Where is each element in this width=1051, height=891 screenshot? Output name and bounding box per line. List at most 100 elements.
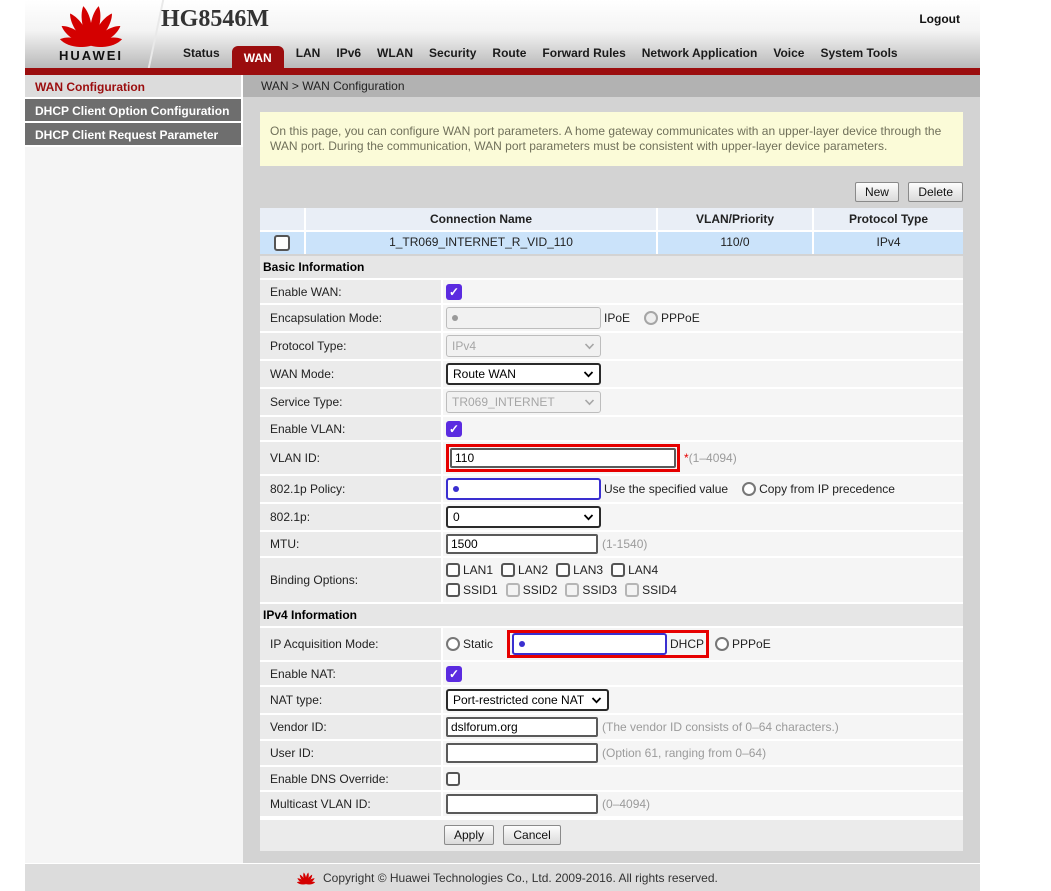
cell-vlan-priority: 110/0	[658, 232, 812, 254]
use-specified-value-label: Use the specified value	[604, 482, 728, 496]
user-id-input[interactable]	[446, 743, 598, 763]
ssid1-checkbox[interactable]	[446, 583, 460, 597]
use-specified-value-radio[interactable]	[446, 478, 601, 500]
enable-wan-checkbox[interactable]	[446, 284, 462, 300]
lan1-checkbox[interactable]	[446, 563, 460, 577]
lan4-checkbox[interactable]	[611, 563, 625, 577]
footer: Copyright © Huawei Technologies Co., Ltd…	[25, 864, 980, 891]
logout-button[interactable]: Logout	[919, 12, 960, 26]
new-button[interactable]: New	[855, 182, 899, 202]
row-select-checkbox[interactable]	[274, 235, 290, 251]
static-label: Static	[463, 637, 493, 651]
vlan-id-input[interactable]	[450, 448, 676, 468]
lan1-label: LAN1	[463, 563, 493, 577]
protocol-type-select: IPv4	[446, 335, 601, 357]
copy-from-ip-precedence-label: Copy from IP precedence	[759, 482, 895, 496]
row-nat-type: NAT type: Port-restricted cone NAT	[260, 687, 963, 713]
8021p-label: 802.1p:	[260, 504, 441, 530]
row-enable-wan: Enable WAN:	[260, 280, 963, 303]
header-cell-vlan-priority: VLAN/Priority	[658, 208, 812, 230]
row-mtu: MTU: (1-1540)	[260, 532, 963, 556]
sidebar-item-dhcp-client-option-configuration[interactable]: DHCP Client Option Configuration	[25, 99, 243, 123]
ssid1-label: SSID1	[463, 583, 498, 597]
huawei-footer-logo-icon	[297, 871, 315, 885]
ssid2-checkbox	[506, 583, 520, 597]
form-actions: Apply Cancel	[260, 820, 963, 851]
enable-wan-label: Enable WAN:	[260, 280, 441, 303]
breadcrumb: WAN > WAN Configuration	[243, 75, 980, 97]
row-8021p: 802.1p: 0	[260, 504, 963, 530]
header-cell-protocol-type: Protocol Type	[814, 208, 963, 230]
sidebar-item-wan-configuration[interactable]: WAN Configuration	[25, 75, 243, 99]
static-radio[interactable]	[446, 637, 460, 651]
row-enable-dns-override: Enable DNS Override:	[260, 767, 963, 790]
page-description: On this page, you can configure WAN port…	[260, 112, 963, 166]
mtu-hint: (1-1540)	[602, 537, 647, 551]
dhcp-annotation-box: DHCP	[507, 630, 709, 658]
wan-mode-select[interactable]: Route WAN	[446, 363, 601, 385]
row-user-id: User ID: (Option 61, ranging from 0–64)	[260, 741, 963, 765]
service-type-label: Service Type:	[260, 389, 441, 415]
content-panel: WAN > WAN Configuration On this page, yo…	[243, 75, 980, 863]
tab-wlan[interactable]: WLAN	[369, 41, 421, 68]
enable-vlan-checkbox[interactable]	[446, 421, 462, 437]
tab-status[interactable]: Status	[175, 41, 228, 68]
multicast-vlan-id-label: Multicast VLAN ID:	[260, 792, 441, 816]
header-cell-connection-name: Connection Name	[306, 208, 656, 230]
row-vendor-id: Vendor ID: (The vendor ID consists of 0–…	[260, 715, 963, 739]
wan-form: Basic Information Enable WAN: Encapsulat…	[260, 256, 963, 851]
cancel-button[interactable]: Cancel	[503, 825, 560, 845]
enable-dns-override-checkbox[interactable]	[446, 772, 460, 786]
device-model-title: HG8546M	[161, 6, 269, 33]
vendor-id-input[interactable]	[446, 717, 598, 737]
lan2-checkbox[interactable]	[501, 563, 515, 577]
tab-route[interactable]: Route	[484, 41, 534, 68]
lan3-checkbox[interactable]	[556, 563, 570, 577]
copy-from-ip-precedence-radio[interactable]	[742, 482, 756, 496]
multicast-vlan-id-input[interactable]	[446, 794, 598, 814]
tab-security[interactable]: Security	[421, 41, 484, 68]
nat-type-select[interactable]: Port-restricted cone NAT	[446, 689, 609, 711]
ipoe-radio[interactable]	[446, 307, 601, 329]
chevron-down-icon	[583, 514, 594, 521]
huawei-flower-icon	[60, 3, 122, 47]
pppoe-radio[interactable]	[644, 311, 658, 325]
mtu-input[interactable]	[446, 534, 598, 554]
8021p-select[interactable]: 0	[446, 506, 601, 528]
row-encapsulation-mode: Encapsulation Mode: IPoE PPPoE	[260, 305, 963, 331]
tab-lan[interactable]: LAN	[288, 41, 329, 68]
enable-nat-checkbox[interactable]	[446, 666, 462, 682]
tab-ipv6[interactable]: IPv6	[328, 41, 369, 68]
8021p-policy-label: 802.1p Policy:	[260, 476, 441, 502]
row-protocol-type: Protocol Type: IPv4	[260, 333, 963, 359]
sidebar-item-dhcp-client-request-parameter[interactable]: DHCP Client Request Parameter	[25, 123, 243, 147]
cell-protocol-type: IPv4	[814, 232, 963, 254]
row-8021p-policy: 802.1p Policy: Use the specified value C…	[260, 476, 963, 502]
wan-mode-label: WAN Mode:	[260, 361, 441, 387]
tab-network-application[interactable]: Network Application	[634, 41, 766, 68]
tab-voice[interactable]: Voice	[765, 41, 812, 68]
tab-forward-rules[interactable]: Forward Rules	[534, 41, 633, 68]
header: HUAWEI HG8546M Logout Status WAN LAN IPv…	[25, 0, 980, 68]
tab-system-tools[interactable]: System Tools	[812, 41, 905, 68]
row-wan-mode: WAN Mode: Route WAN	[260, 361, 963, 387]
enable-vlan-label: Enable VLAN:	[260, 417, 441, 440]
brand-text: HUAWEI	[45, 48, 137, 63]
ssid3-checkbox	[565, 583, 579, 597]
pppoe-mode-radio[interactable]	[715, 637, 729, 651]
lan2-label: LAN2	[518, 563, 548, 577]
delete-button[interactable]: Delete	[908, 182, 963, 202]
dhcp-radio[interactable]	[512, 633, 667, 655]
sidebar: WAN Configuration DHCP Client Option Con…	[25, 75, 243, 863]
tab-wan[interactable]: WAN	[232, 46, 284, 75]
protocol-type-label: Protocol Type:	[260, 333, 441, 359]
nat-type-label: NAT type:	[260, 687, 441, 713]
ssid3-label: SSID3	[582, 583, 617, 597]
accent-bar	[25, 68, 980, 75]
table-row-checkbox-cell	[260, 232, 304, 254]
copyright-text: Copyright © Huawei Technologies Co., Ltd…	[323, 871, 718, 885]
ssid4-label: SSID4	[642, 583, 677, 597]
apply-button[interactable]: Apply	[444, 825, 494, 845]
enable-dns-override-label: Enable DNS Override:	[260, 767, 441, 790]
ssid2-label: SSID2	[523, 583, 558, 597]
